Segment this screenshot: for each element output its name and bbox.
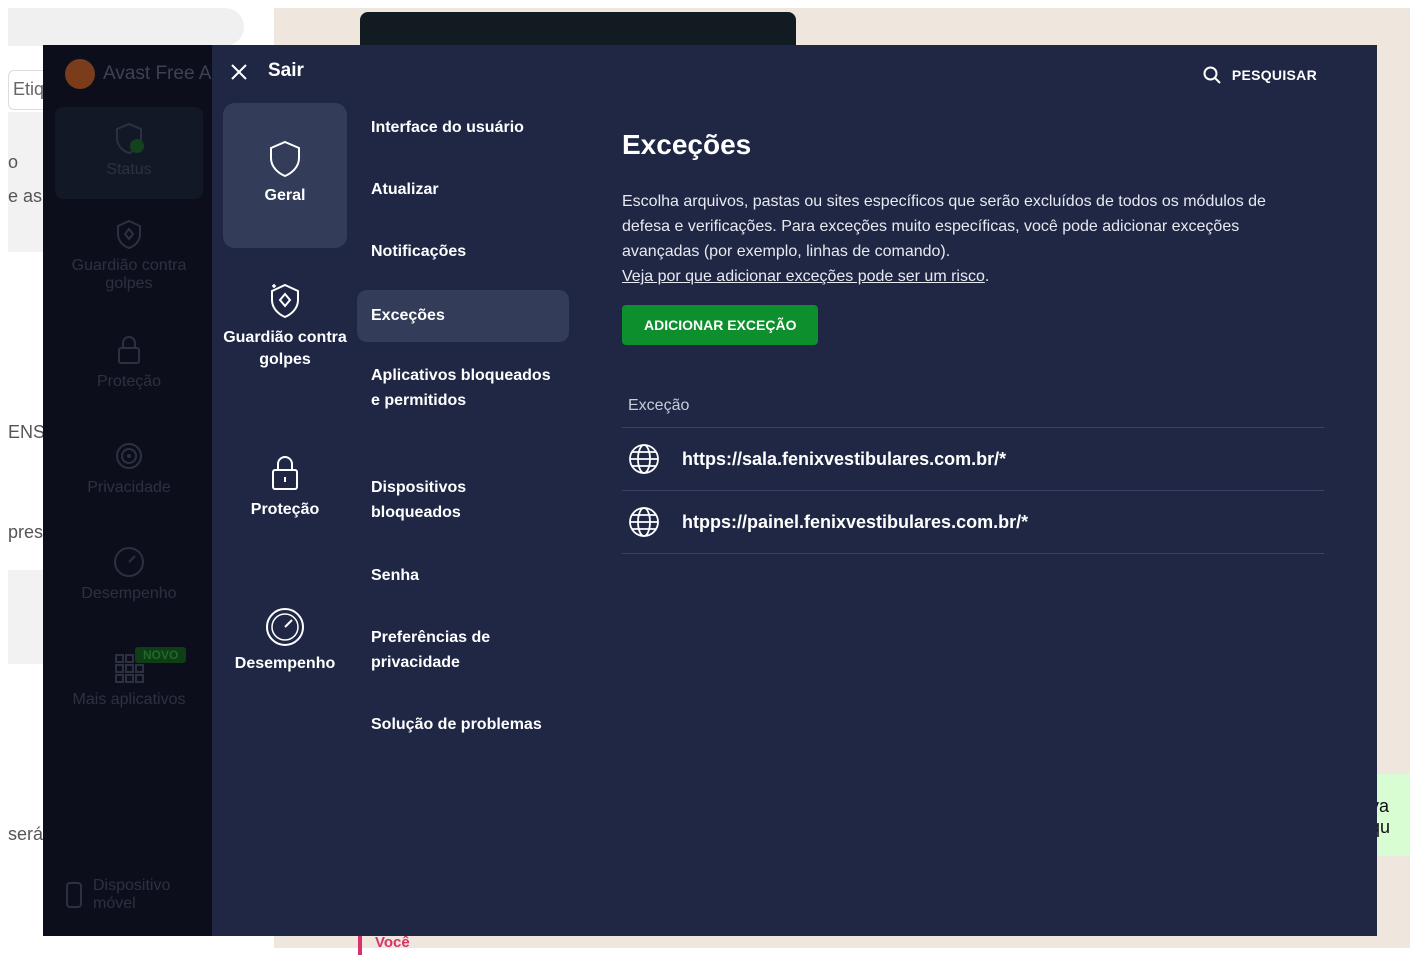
search-button[interactable]: PESQUISAR (1202, 65, 1317, 85)
sidebar-item-label: Privacidade (87, 479, 171, 496)
exception-url: https://sala.fenixvestibulares.com.br/* (682, 448, 1007, 469)
background-gray-block (8, 570, 48, 664)
background-gray-block (8, 112, 48, 252)
subitem-blocked-allowed-apps[interactable]: Aplicativos bloqueados e permitidos (357, 363, 569, 413)
sidebar-item-scam-guardian[interactable]: Guardião contra golpes (55, 217, 203, 293)
category-protection[interactable]: Proteção (223, 453, 347, 521)
risk-info-link[interactable]: Veja por que adicionar exceções pode ser… (622, 264, 985, 289)
new-badge: NOVO (135, 647, 187, 663)
page-title: Exceções (622, 129, 752, 160)
app-sidebar: Avast Free A Status Guardião contra golp… (43, 45, 212, 936)
exception-row[interactable]: htpps://painel.fenixvestibulares.com.br/… (622, 491, 1324, 554)
category-label: Desempenho (234, 655, 336, 672)
scam-guardian-icon (271, 283, 299, 319)
subitem-privacy-preferences[interactable]: Preferências de privacidade (357, 625, 569, 675)
shield-icon (270, 140, 300, 178)
add-exception-button[interactable]: ADICIONAR EXCEÇÃO (622, 305, 819, 345)
category-label: Geral (264, 187, 306, 204)
category-scam-guardian[interactable]: Guardião contra golpes (223, 281, 347, 371)
settings-panel: Sair PESQUISAR Geral Guardião contra gol… (212, 45, 1377, 936)
search-label: PESQUISAR (1231, 67, 1317, 83)
sidebar-item-label: Status (106, 161, 152, 178)
close-icon[interactable] (226, 59, 252, 85)
description-text: Escolha arquivos, pastas ou sites especí… (622, 193, 1266, 260)
subitem-user-interface[interactable]: Interface do usuário (357, 115, 569, 140)
category-label: Proteção (250, 501, 320, 518)
speedometer-icon (114, 547, 144, 577)
category-label: Guardião contra golpes (223, 329, 347, 368)
background-fragment: o (8, 152, 19, 172)
page-description: Escolha arquivos, pastas ou sites especí… (622, 189, 1272, 289)
sidebar-item-label: Proteção (96, 373, 162, 390)
close-label[interactable]: Sair (268, 60, 304, 82)
speedometer-icon (266, 608, 304, 646)
sidebar-item-protection[interactable]: Proteção (55, 333, 203, 391)
lock-icon (118, 336, 140, 364)
fingerprint-icon (116, 443, 142, 469)
exceptions-list-header: Exceção (622, 397, 1324, 428)
subitem-blocked-devices[interactable]: Dispositivos bloqueados (357, 475, 569, 525)
background-fragment: pres (8, 522, 44, 542)
avast-window: Avast Free A Status Guardião contra golp… (43, 45, 1377, 936)
sidebar-item-label: Guardião contra golpes (71, 257, 187, 292)
link-suffix: . (984, 268, 990, 285)
globe-icon (629, 444, 659, 474)
exception-row[interactable]: https://sala.fenixvestibulares.com.br/* (622, 428, 1324, 491)
scam-guardian-icon (117, 219, 141, 250)
background-fragment: será (8, 824, 44, 844)
background-fragment: e as (8, 186, 43, 206)
sidebar-item-privacy[interactable]: Privacidade (55, 439, 203, 497)
sidebar-item-mobile[interactable]: Dispositivo móvel (55, 877, 203, 913)
avast-logo-icon (65, 59, 95, 89)
subitem-password[interactable]: Senha (357, 563, 569, 588)
subitem-troubleshooting[interactable]: Solução de problemas (357, 712, 569, 737)
subitem-notifications[interactable]: Notificações (357, 239, 569, 264)
sidebar-item-label: Mais aplicativos (72, 691, 186, 708)
globe-icon (629, 507, 659, 537)
app-title-text: Avast Free A (103, 63, 212, 84)
background-fragment: ENS (8, 422, 46, 442)
search-icon (1203, 66, 1221, 84)
app-title: Avast Free A (65, 59, 211, 89)
background-pill (8, 8, 244, 46)
category-performance[interactable]: Desempenho (223, 607, 347, 675)
category-general[interactable]: Geral (223, 103, 347, 248)
sidebar-item-status[interactable]: Status (55, 107, 203, 199)
subitem-exceptions[interactable]: Exceções (357, 290, 569, 342)
sidebar-item-performance[interactable]: Desempenho (55, 545, 203, 603)
sidebar-item-label: Desempenho (81, 585, 177, 602)
mobile-icon (66, 882, 82, 908)
exception-url: htpps://painel.fenixvestibulares.com.br/… (682, 511, 1029, 532)
exceptions-content: Exceções Escolha arquivos, pastas ou sit… (622, 129, 1324, 554)
background-chat-author: Você (375, 934, 410, 951)
lock-icon (272, 456, 298, 490)
sidebar-item-label: Dispositivo móvel (93, 877, 171, 912)
shield-check-icon (116, 122, 144, 155)
subitem-update[interactable]: Atualizar (357, 177, 569, 202)
